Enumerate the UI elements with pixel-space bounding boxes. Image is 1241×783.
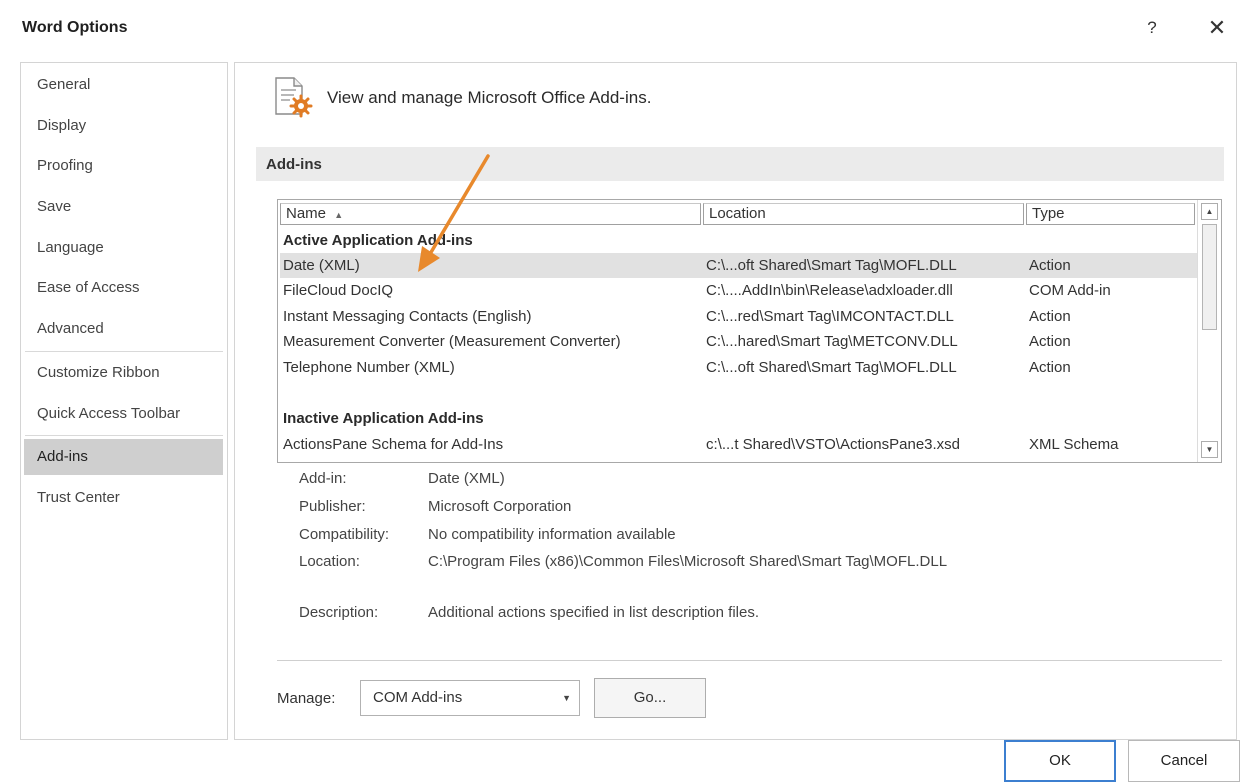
addins-gear-icon xyxy=(275,77,313,118)
nav-item-general[interactable]: General xyxy=(21,67,227,103)
table-row[interactable]: ActionsPane Schema for Add-Ins c:\...t S… xyxy=(280,432,1197,457)
vertical-scrollbar[interactable]: ▲ ▼ xyxy=(1197,200,1221,462)
help-button[interactable]: ? xyxy=(1140,14,1164,42)
row-type: Action xyxy=(1029,333,1071,350)
nav-item-trust-center[interactable]: Trust Center xyxy=(21,480,227,516)
manage-label: Manage: xyxy=(277,690,336,707)
nav-item-language[interactable]: Language xyxy=(21,230,227,266)
column-header-name-label: Name xyxy=(286,205,327,222)
nav-item-quick-access-toolbar[interactable]: Quick Access Toolbar xyxy=(21,396,227,432)
nav-item-add-ins[interactable]: Add-ins xyxy=(24,439,223,475)
row-type: Action xyxy=(1029,308,1071,325)
annotation-arrow-icon xyxy=(418,154,490,272)
detail-addin-value: Date (XML) xyxy=(428,470,505,487)
scroll-up-icon[interactable]: ▲ xyxy=(1201,203,1218,220)
row-type: XML Schema xyxy=(1029,436,1119,453)
table-row[interactable]: Measurement Converter (Measurement Conve… xyxy=(280,329,1197,354)
detail-location-value: C:\Program Files (x86)\Common Files\Micr… xyxy=(428,553,948,570)
nav-divider xyxy=(25,435,223,436)
nav-item-proofing[interactable]: Proofing xyxy=(21,148,227,184)
nav-item-display[interactable]: Display xyxy=(21,108,227,144)
row-name: Inactive Application Add-ins xyxy=(283,410,484,427)
divider xyxy=(277,660,1222,661)
row-location: C:\...red\Smart Tag\IMCONTACT.DLL xyxy=(706,308,954,325)
manage-dropdown[interactable]: COM Add-ins ▼ xyxy=(360,680,580,716)
column-header-type[interactable]: Type xyxy=(1026,203,1195,225)
table-row[interactable]: Telephone Number (XML) C:\...oft Shared\… xyxy=(280,355,1197,380)
row-type: Action xyxy=(1029,257,1071,274)
row-name: ActionsPane Schema for Add-Ins xyxy=(283,436,504,453)
row-name: Date (XML) xyxy=(283,257,360,274)
options-nav: General Display Proofing Save Language E… xyxy=(20,62,228,740)
manage-dropdown-value: COM Add-ins xyxy=(373,689,463,706)
detail-publisher-value: Microsoft Corporation xyxy=(428,498,572,515)
detail-compatibility-value: No compatibility information available xyxy=(428,526,676,543)
window-title: Word Options xyxy=(22,19,128,36)
column-header-location[interactable]: Location xyxy=(703,203,1024,225)
nav-item-advanced[interactable]: Advanced xyxy=(21,311,227,347)
detail-compatibility-label: Compatibility: xyxy=(299,526,390,543)
go-button[interactable]: Go... xyxy=(594,678,706,718)
detail-location-label: Location: xyxy=(299,553,360,570)
row-location: C:\...oft Shared\Smart Tag\MOFL.DLL xyxy=(706,359,957,376)
detail-addin-label: Add-in: xyxy=(299,470,347,487)
page-heading: View and manage Microsoft Office Add-ins… xyxy=(327,88,652,107)
row-type: COM Add-in xyxy=(1029,282,1111,299)
detail-description-label: Description: xyxy=(299,604,379,621)
table-row[interactable]: Instant Messaging Contacts (English) C:\… xyxy=(280,304,1197,329)
scroll-thumb[interactable] xyxy=(1202,224,1217,330)
row-name: Telephone Number (XML) xyxy=(283,359,455,376)
detail-description-value: Additional actions specified in list des… xyxy=(428,604,760,621)
group-header-inactive: Inactive Application Add-ins xyxy=(280,406,1197,431)
nav-item-ease-of-access[interactable]: Ease of Access xyxy=(21,270,227,306)
row-location: C:\....AddIn\bin\Release\adxloader.dll xyxy=(706,282,953,299)
ok-button[interactable]: OK xyxy=(1004,740,1116,782)
row-name: Measurement Converter (Measurement Conve… xyxy=(283,333,621,350)
sort-ascending-icon: ▲ xyxy=(334,210,344,220)
title-bar xyxy=(0,0,1241,56)
chevron-down-icon: ▼ xyxy=(562,693,571,703)
row-name: FileCloud DocIQ xyxy=(283,282,394,299)
row-type: Action xyxy=(1029,359,1071,376)
cancel-button[interactable]: Cancel xyxy=(1128,740,1240,782)
nav-item-customize-ribbon[interactable]: Customize Ribbon xyxy=(21,355,227,391)
row-location: c:\...t Shared\VSTO\ActionsPane3.xsd xyxy=(706,436,961,453)
row-name: Instant Messaging Contacts (English) xyxy=(283,308,532,325)
section-title: Add-ins xyxy=(266,156,322,173)
row-location: C:\...hared\Smart Tag\METCONV.DLL xyxy=(706,333,958,350)
table-row[interactable]: FileCloud DocIQ C:\....AddIn\bin\Release… xyxy=(280,278,1197,303)
nav-divider xyxy=(25,351,223,352)
scroll-down-icon[interactable]: ▼ xyxy=(1201,441,1218,458)
close-button[interactable]: ✕ xyxy=(1200,12,1234,44)
nav-item-save[interactable]: Save xyxy=(21,189,227,225)
row-location: C:\...oft Shared\Smart Tag\MOFL.DLL xyxy=(706,257,957,274)
detail-publisher-label: Publisher: xyxy=(299,498,366,515)
